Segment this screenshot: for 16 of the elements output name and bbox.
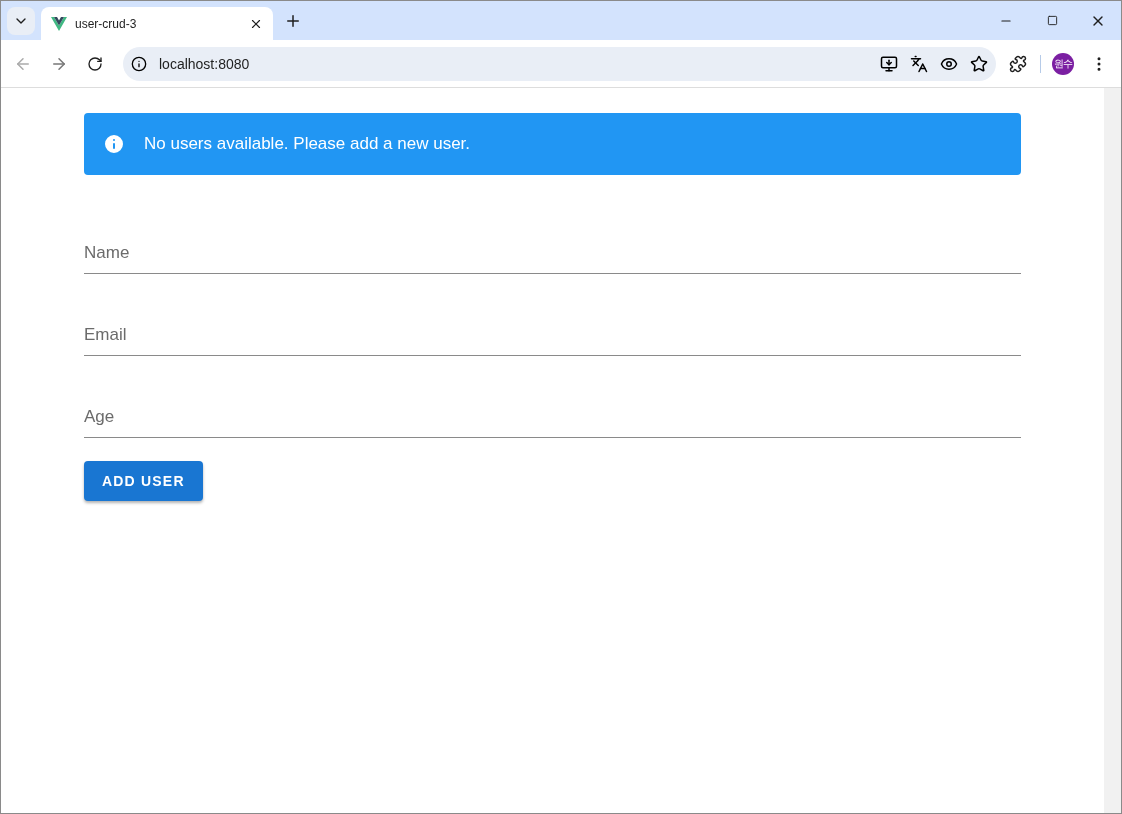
maximize-icon[interactable] — [1046, 15, 1058, 26]
info-icon — [102, 132, 126, 156]
browser-tab[interactable]: user-crud-3 — [41, 7, 273, 40]
tab-title: user-crud-3 — [75, 16, 138, 31]
url-text: localhost:8080 — [159, 55, 251, 72]
install-icon[interactable] — [880, 54, 898, 73]
address-bar[interactable]: localhost:8080 — [123, 46, 996, 81]
puzzle-icon[interactable] — [1009, 54, 1027, 73]
vue-logo-icon — [51, 16, 67, 31]
info-icon[interactable] — [131, 55, 147, 72]
add-user-button[interactable]: ADD USER — [84, 461, 203, 501]
translate-icon[interactable] — [910, 54, 928, 73]
bookmark-star-icon[interactable] — [970, 54, 988, 73]
scrollbar[interactable] — [1104, 88, 1121, 813]
reload-icon[interactable] — [87, 55, 103, 72]
alert-message: No users available. Please add a new user. — [144, 134, 471, 154]
